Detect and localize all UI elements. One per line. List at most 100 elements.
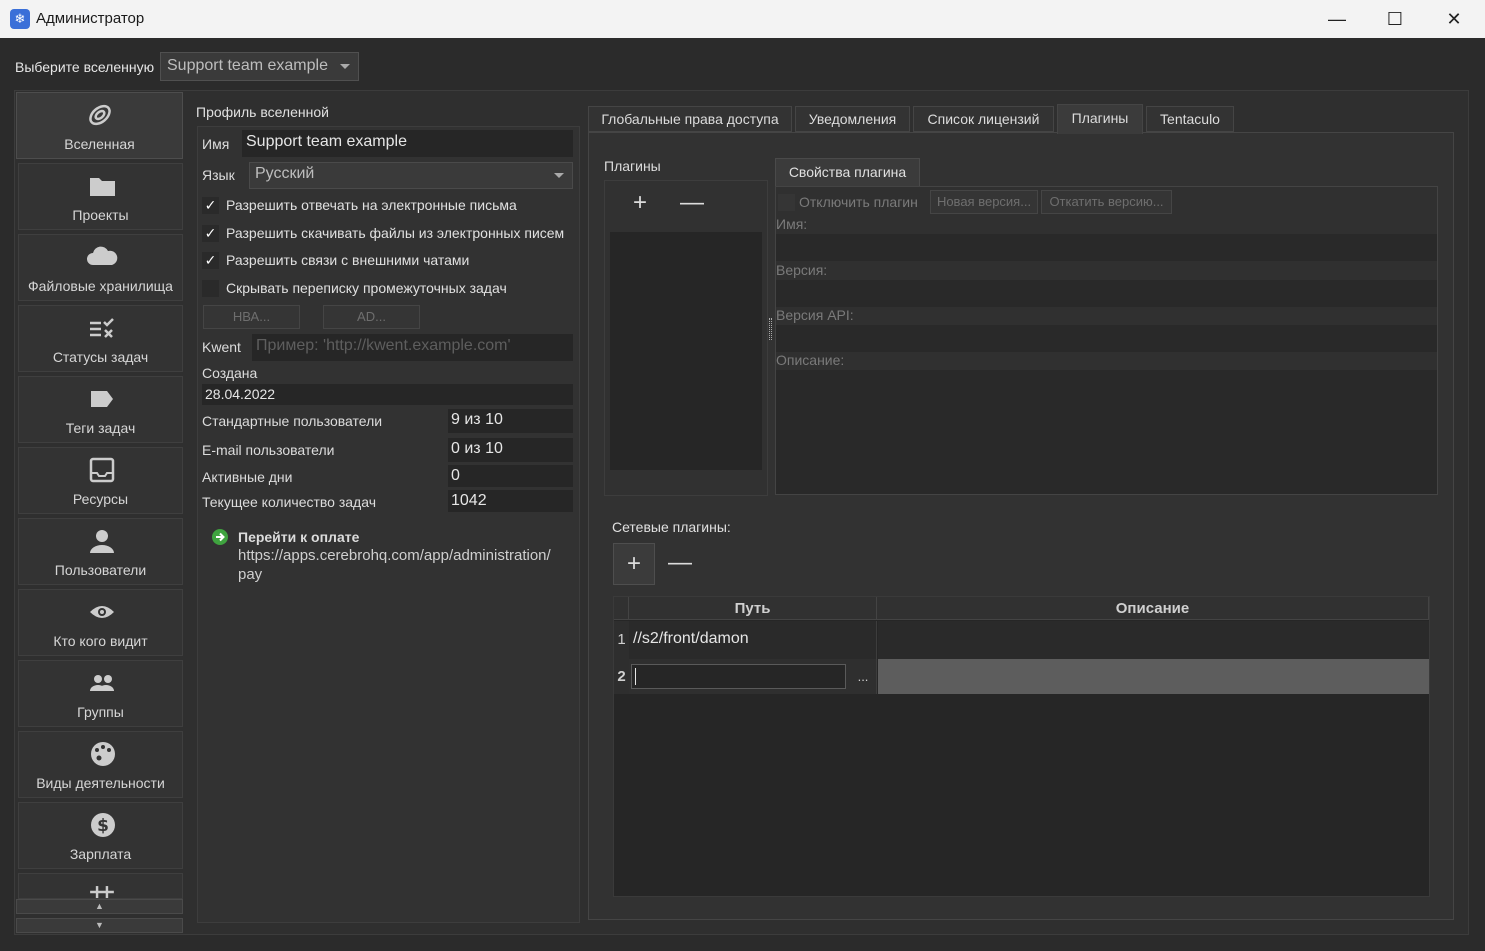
sidebar-item-label: Статусы задач bbox=[52, 349, 149, 365]
hash-icon bbox=[90, 886, 114, 898]
sidebar-item-file-storage[interactable]: Файловые хранилища bbox=[18, 234, 183, 301]
active-days-label: Активные дни bbox=[202, 469, 293, 485]
add-plugin-button[interactable]: + bbox=[619, 183, 661, 225]
plugin-version-field[interactable] bbox=[776, 280, 1437, 307]
sidebar-item-resources[interactable]: Ресурсы bbox=[18, 447, 183, 514]
text-cursor bbox=[635, 668, 636, 685]
sidebar-item-users[interactable]: Пользователи bbox=[18, 518, 183, 585]
pay-link-url[interactable]: https://apps.cerebrohq.com/app/administr… bbox=[238, 547, 551, 564]
sidebar-item-activities[interactable]: Виды деятельности bbox=[18, 731, 183, 798]
tab-tentaculo[interactable]: Tentaculo bbox=[1146, 106, 1234, 132]
sidebar-item-label: Группы bbox=[77, 704, 124, 720]
svg-text:$: $ bbox=[97, 816, 109, 836]
arrow-right-icon bbox=[212, 529, 228, 545]
plugin-version-label: Версия: bbox=[776, 262, 828, 278]
sidebar-item-label: Теги задач bbox=[65, 420, 136, 436]
row-number: 2 bbox=[614, 659, 629, 694]
name-field[interactable]: Support team example bbox=[242, 130, 573, 157]
sidebar-item-universe[interactable]: Вселенная bbox=[16, 92, 183, 159]
checklist-icon bbox=[90, 318, 114, 338]
tasks-count-value: 1042 bbox=[448, 490, 573, 512]
kwent-label: Kwent bbox=[202, 339, 241, 355]
tab-plugin-properties[interactable]: Свойства плагина bbox=[775, 158, 920, 186]
row-number: 1 bbox=[614, 621, 629, 659]
plugin-api-field[interactable] bbox=[776, 325, 1437, 352]
allow-chats-checkbox[interactable]: ✓ bbox=[202, 252, 219, 269]
disable-plugin-checkbox[interactable] bbox=[778, 194, 795, 211]
tab-notifications[interactable]: Уведомления bbox=[795, 106, 910, 132]
sidebar-item-visibility[interactable]: Кто кого видит bbox=[18, 589, 183, 656]
new-version-button[interactable]: Новая версия... bbox=[930, 190, 1038, 214]
name-label: Имя bbox=[202, 136, 230, 152]
pay-link-url-tail[interactable]: pay bbox=[238, 566, 262, 583]
sidebar-item-label: Ресурсы bbox=[72, 491, 129, 507]
allow-chats-label: Разрешить связи с внешними чатами bbox=[226, 252, 470, 268]
email-users-value: 0 из 10 bbox=[448, 438, 573, 462]
email-users-label: E-mail пользователи bbox=[202, 442, 335, 458]
app-icon: ❄ bbox=[10, 9, 30, 29]
table-corner bbox=[614, 597, 629, 620]
remove-net-plugin-button[interactable]: — bbox=[659, 543, 701, 585]
group-icon bbox=[90, 675, 114, 691]
sidebar-item-projects[interactable]: Проекты bbox=[18, 163, 183, 230]
rollback-version-button[interactable]: Откатить версию... bbox=[1041, 190, 1172, 214]
table-cell-description[interactable] bbox=[878, 621, 1429, 659]
window-title: Администратор bbox=[36, 10, 145, 27]
created-label: Создана bbox=[202, 365, 258, 381]
tab-global-access[interactable]: Глобальные права доступа bbox=[588, 106, 792, 132]
sidebar-item-task-tags[interactable]: Теги задач bbox=[18, 376, 183, 443]
profile-title: Профиль вселенной bbox=[196, 104, 329, 120]
pay-link-title[interactable]: Перейти к оплате bbox=[238, 529, 359, 545]
sidebar-scroll-down-button[interactable]: ▼ bbox=[16, 918, 183, 933]
std-users-value: 9 из 10 bbox=[448, 409, 573, 433]
ad-button[interactable]: AD... bbox=[323, 305, 420, 329]
plugins-list-label: Плагины bbox=[604, 158, 661, 174]
sidebar-item-more[interactable] bbox=[18, 873, 183, 899]
minimize-button[interactable]: — bbox=[1308, 0, 1366, 38]
browse-button[interactable]: ... bbox=[853, 664, 873, 689]
remove-plugin-button[interactable]: — bbox=[671, 183, 713, 225]
disable-plugin-label: Отключить плагин bbox=[799, 194, 918, 210]
allow-reply-checkbox[interactable]: ✓ bbox=[202, 197, 219, 214]
kwent-field[interactable]: Пример: 'http://kwent.example.com' bbox=[252, 334, 573, 361]
sidebar-item-label: Зарплата bbox=[69, 846, 132, 862]
cloud-icon bbox=[87, 246, 118, 265]
splitter-handle[interactable] bbox=[769, 318, 772, 340]
sidebar-item-task-statuses[interactable]: Статусы задач bbox=[18, 305, 183, 372]
eye-icon bbox=[90, 606, 114, 618]
sidebar: Вселенная Проекты Файловые хранилища Ста… bbox=[16, 92, 184, 937]
column-header-path[interactable]: Путь bbox=[629, 597, 877, 620]
close-button[interactable]: ✕ bbox=[1425, 0, 1483, 38]
active-days-value: 0 bbox=[448, 465, 573, 487]
sidebar-item-groups[interactable]: Группы bbox=[18, 660, 183, 727]
language-select[interactable]: Русский bbox=[249, 162, 573, 189]
allow-download-checkbox[interactable]: ✓ bbox=[202, 225, 219, 242]
allow-reply-label: Разрешить отвечать на электронные письма bbox=[226, 197, 517, 213]
title-bar: ❄ Администратор — ☐ ✕ bbox=[0, 0, 1485, 38]
sidebar-item-label: Файловые хранилища bbox=[28, 278, 173, 294]
table-row: ... bbox=[629, 659, 877, 694]
table-cell-description[interactable] bbox=[878, 659, 1429, 694]
net-plugins-table: Путь Описание 1 //s2/front/damon 2 ... bbox=[613, 596, 1430, 897]
chevron-down-icon bbox=[554, 173, 564, 178]
person-icon bbox=[90, 530, 114, 553]
universe-select[interactable]: Support team example bbox=[160, 52, 359, 81]
palette-icon bbox=[91, 742, 115, 766]
column-header-description[interactable]: Описание bbox=[877, 597, 1429, 620]
tab-licenses[interactable]: Список лицензий bbox=[913, 106, 1054, 132]
sidebar-scroll-up-button[interactable]: ▲ bbox=[16, 899, 183, 914]
inbox-icon bbox=[89, 457, 115, 483]
sidebar-item-salary[interactable]: $ Зарплата bbox=[18, 802, 183, 869]
table-cell-path[interactable]: //s2/front/damon bbox=[629, 621, 877, 659]
hide-intermediate-checkbox[interactable] bbox=[202, 280, 219, 297]
plugins-list[interactable] bbox=[610, 232, 762, 470]
add-net-plugin-button[interactable]: + bbox=[613, 543, 655, 585]
sidebar-item-label: Проекты bbox=[72, 207, 129, 223]
maximize-button[interactable]: ☐ bbox=[1366, 0, 1424, 38]
plugin-desc-label: Описание: bbox=[776, 352, 845, 368]
tab-plugins[interactable]: Плагины bbox=[1057, 104, 1143, 134]
hba-button[interactable]: НВА... bbox=[203, 305, 300, 329]
path-edit-input[interactable] bbox=[631, 664, 846, 689]
plugin-desc-field[interactable] bbox=[776, 370, 1437, 494]
plugin-name-field[interactable] bbox=[776, 234, 1437, 261]
